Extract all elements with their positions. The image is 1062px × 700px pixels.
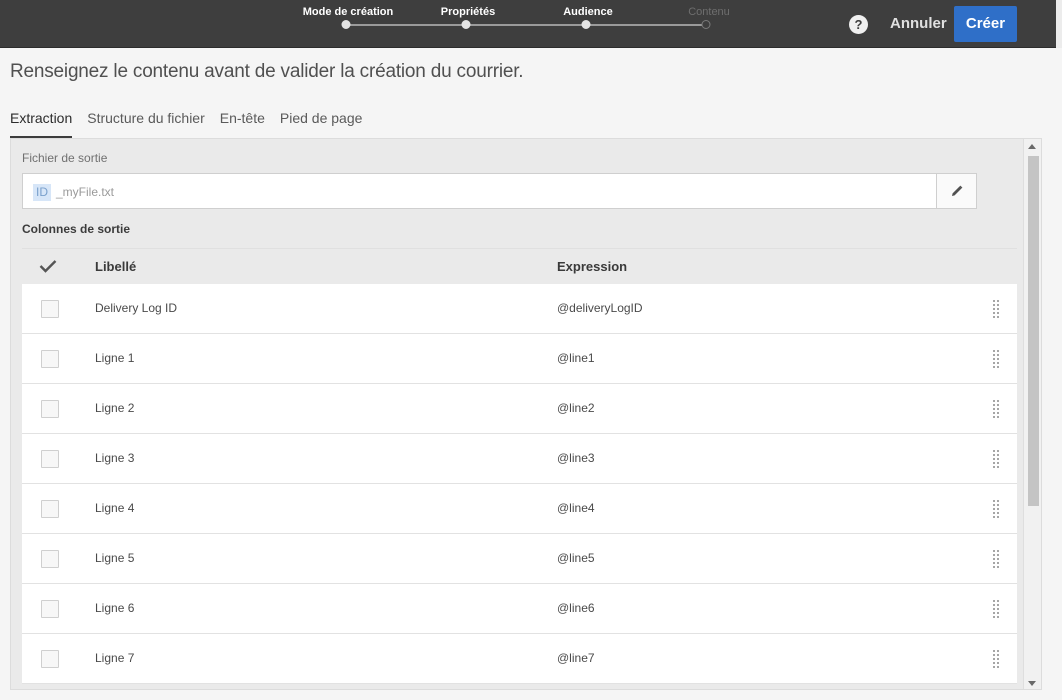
- tab-structure-fichier[interactable]: Structure du fichier: [87, 108, 205, 138]
- drag-handle-icon[interactable]: [991, 299, 1001, 319]
- drag-handle-icon[interactable]: [991, 449, 1001, 469]
- output-file-field[interactable]: ID _myFile.txt: [22, 173, 977, 209]
- tab-pied-de-page[interactable]: Pied de page: [280, 108, 363, 138]
- create-button[interactable]: Créer: [954, 6, 1017, 42]
- scroll-up-arrow-icon[interactable]: [1028, 144, 1036, 149]
- select-all-checkmark-icon[interactable]: [39, 259, 57, 278]
- wizard-steps: Mode de création Propriétés Audience Con…: [0, 0, 760, 48]
- table-header: Libellé Expression: [22, 248, 1017, 284]
- row-label: Ligne 6: [95, 601, 135, 615]
- row-label: Delivery Log ID: [95, 301, 178, 315]
- step-audience[interactable]: Audience: [563, 6, 613, 18]
- tab-bar: Extraction Structure du fichier En-tête …: [10, 108, 377, 138]
- row-label: Ligne 3: [95, 451, 135, 465]
- table-row[interactable]: Ligne 7 @line7: [22, 634, 1017, 684]
- table-body: Delivery Log ID @deliveryLogID Ligne 1 @lin…: [22, 284, 1017, 684]
- row-label: Ligne 4: [95, 501, 135, 515]
- row-expression: @line1: [557, 351, 595, 365]
- id-token-chip[interactable]: ID: [33, 184, 51, 201]
- table-row[interactable]: Ligne 6 @line6: [22, 584, 1017, 634]
- drag-handle-icon[interactable]: [991, 649, 1001, 669]
- row-expression: @deliveryLogID: [557, 301, 643, 315]
- output-file-label: Fichier de sortie: [22, 151, 108, 165]
- page-title: Renseignez le contenu avant de valider l…: [10, 61, 524, 82]
- panel-content: Fichier de sortie ID _myFile.txt Colonne…: [11, 139, 1024, 689]
- row-expression: @line3: [557, 451, 595, 465]
- table-row[interactable]: Ligne 4 @line4: [22, 484, 1017, 534]
- step-contenu: Contenu: [688, 6, 730, 18]
- drag-handle-icon[interactable]: [991, 499, 1001, 519]
- step-connector: [586, 24, 706, 26]
- column-header-label: Libellé: [95, 259, 137, 274]
- file-name-text: _myFile.txt: [56, 185, 115, 199]
- pencil-icon: [951, 185, 962, 196]
- row-expression: @line7: [557, 651, 595, 665]
- row-label: Ligne 2: [95, 401, 135, 415]
- row-checkbox[interactable]: [41, 500, 59, 518]
- row-expression: @line5: [557, 551, 595, 565]
- scroll-down-arrow-icon[interactable]: [1028, 681, 1036, 686]
- question-icon[interactable]: ?: [849, 15, 868, 34]
- step-dot: [341, 20, 351, 29]
- row-label: Ligne 7: [95, 651, 135, 665]
- table-row[interactable]: Ligne 1 @line1: [22, 334, 1017, 384]
- row-checkbox[interactable]: [41, 450, 59, 468]
- drag-handle-icon[interactable]: [991, 349, 1001, 369]
- row-expression: @line2: [557, 401, 595, 415]
- table-row[interactable]: Ligne 5 @line5: [22, 534, 1017, 584]
- output-columns-table: Libellé Expression Delivery Log ID @deliv…: [22, 248, 1017, 684]
- drag-handle-icon[interactable]: [991, 549, 1001, 569]
- step-connector: [466, 24, 586, 26]
- row-label: Ligne 1: [95, 351, 135, 365]
- edit-file-button[interactable]: [936, 174, 976, 208]
- topbar-edge: [1056, 0, 1062, 48]
- row-checkbox[interactable]: [41, 650, 59, 668]
- table-row[interactable]: Ligne 3 @line3: [22, 434, 1017, 484]
- tab-extraction[interactable]: Extraction: [10, 108, 73, 138]
- row-checkbox[interactable]: [41, 300, 59, 318]
- step-proprietes[interactable]: Propriétés: [441, 6, 495, 18]
- column-header-expression: Expression: [557, 259, 628, 274]
- extraction-panel: Fichier de sortie ID _myFile.txt Colonne…: [10, 138, 1042, 690]
- step-dot: [461, 20, 471, 29]
- row-checkbox[interactable]: [41, 600, 59, 618]
- table-row[interactable]: Ligne 2 @line2: [22, 384, 1017, 434]
- step-dot: [581, 20, 591, 29]
- output-columns-label: Colonnes de sortie: [22, 222, 131, 236]
- step-mode-creation[interactable]: Mode de création: [303, 6, 393, 18]
- step-connector: [346, 24, 466, 26]
- vertical-scrollbar[interactable]: [1023, 139, 1041, 689]
- row-expression: @line6: [557, 601, 595, 615]
- row-label: Ligne 5: [95, 551, 135, 565]
- drag-handle-icon[interactable]: [991, 599, 1001, 619]
- row-checkbox[interactable]: [41, 550, 59, 568]
- row-checkbox[interactable]: [41, 350, 59, 368]
- cancel-button[interactable]: Annuler: [882, 8, 955, 40]
- step-dot: [701, 20, 711, 29]
- drag-handle-icon[interactable]: [991, 399, 1001, 419]
- tab-en-tete[interactable]: En-tête: [220, 108, 265, 138]
- scroll-thumb[interactable]: [1028, 156, 1039, 506]
- row-checkbox[interactable]: [41, 400, 59, 418]
- row-expression: @line4: [557, 501, 595, 515]
- top-bar: Mode de création Propriétés Audience Con…: [0, 0, 1062, 48]
- table-row[interactable]: Delivery Log ID @deliveryLogID: [22, 284, 1017, 334]
